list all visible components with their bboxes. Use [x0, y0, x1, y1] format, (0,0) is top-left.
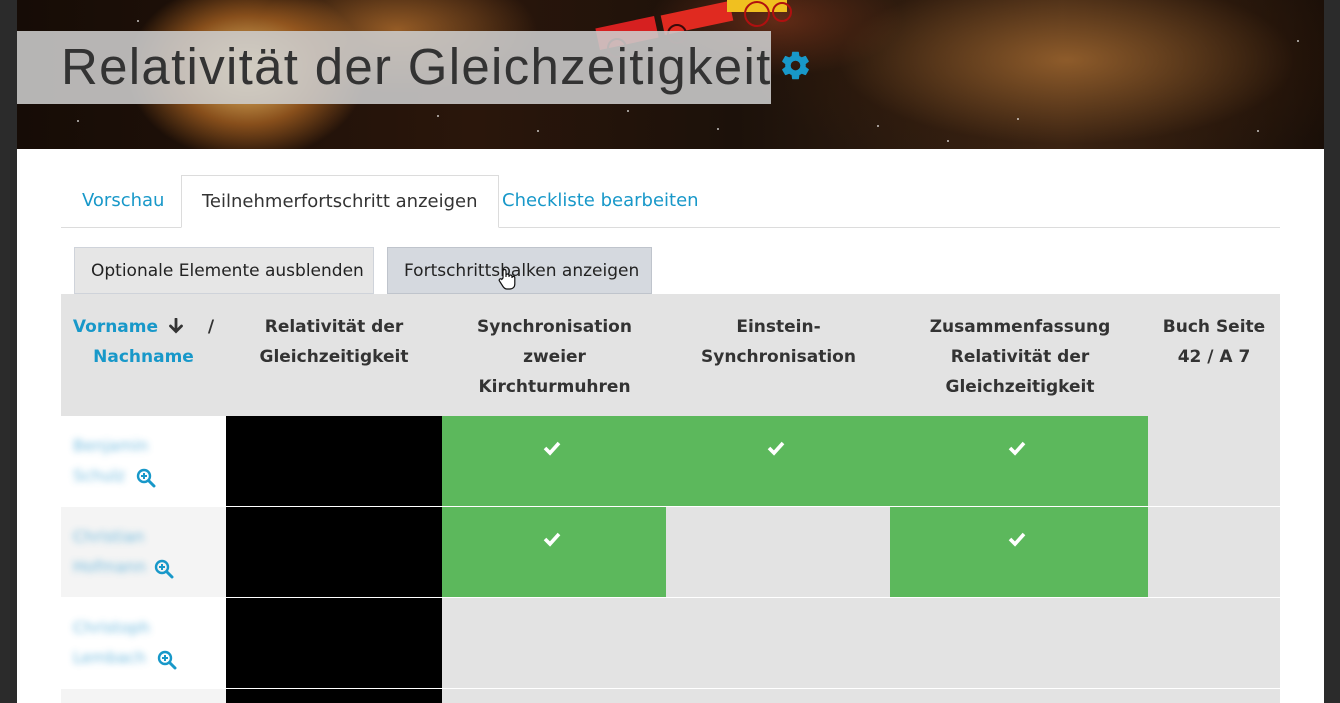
- tab-bar: Vorschau Teilnehmerfortschritt anzeigen …: [61, 175, 1280, 228]
- hide-optional-button[interactable]: Optionale Elemente ausblenden: [74, 247, 374, 294]
- sort-nachname-link[interactable]: Nachname: [93, 347, 194, 367]
- arrow-down-icon: [169, 317, 183, 334]
- column-header-buch: Buch Seite 42 / A 7: [1162, 317, 1266, 367]
- name-cell: Christoph Lembach: [61, 598, 226, 688]
- student-first-name[interactable]: Benjamin: [73, 436, 148, 455]
- student-last-name[interactable]: Hofmann: [73, 557, 146, 576]
- hand-cursor-icon: [498, 268, 516, 290]
- status-cell: [890, 507, 1148, 597]
- title-box: Relativität der Gleichzeitigkeit: [17, 31, 771, 104]
- check-icon: [543, 532, 561, 547]
- table-row: Christoph Lembach: [61, 598, 1280, 688]
- status-cell: [442, 598, 1280, 688]
- student-first-name[interactable]: Christoph: [73, 618, 150, 637]
- table-row: [61, 689, 1280, 703]
- header-banner: Relativität der Gleichzeitigkeit: [17, 0, 1324, 149]
- check-icon: [1008, 532, 1026, 547]
- show-progress-button[interactable]: Fortschrittsbalken anzeigen: [387, 247, 652, 294]
- status-cell: [226, 689, 442, 703]
- table-row: Benjamin Schulz: [61, 416, 1280, 506]
- status-cell: [442, 416, 1148, 506]
- page-title: Relativität der Gleichzeitigkeit: [61, 38, 772, 95]
- zoom-in-icon[interactable]: [136, 468, 156, 488]
- column-header-relativitaet: Relativität der Gleichzeitigkeit: [259, 317, 409, 367]
- status-cell: [442, 689, 1280, 703]
- tab-teilnehmerfortschritt[interactable]: Teilnehmerfortschritt anzeigen: [181, 175, 499, 228]
- student-last-name[interactable]: Schulz: [73, 466, 125, 485]
- check-icon: [543, 441, 561, 456]
- table-header: Vorname / Nachname Relativität der Gleic…: [61, 294, 1280, 416]
- zoom-in-icon[interactable]: [157, 650, 177, 670]
- status-cell: [1148, 416, 1280, 506]
- status-cell: [1148, 507, 1280, 597]
- status-cell: [226, 416, 442, 506]
- tab-checkliste-bearbeiten[interactable]: Checkliste bearbeiten: [482, 175, 719, 226]
- column-header-zusammenfassung: Zusammenfassung Relativität der Gleichze…: [929, 317, 1111, 397]
- name-column-header: Vorname / Nachname: [61, 312, 226, 372]
- table-row: Christian Hofmann: [61, 507, 1280, 597]
- student-first-name[interactable]: Christian: [73, 527, 144, 546]
- status-cell: [226, 507, 442, 597]
- name-cell: Christian Hofmann: [61, 507, 226, 597]
- status-cell: [666, 507, 890, 597]
- status-cell: [226, 598, 442, 688]
- zoom-in-icon[interactable]: [154, 559, 174, 579]
- name-cell: Benjamin Schulz: [61, 416, 226, 506]
- student-last-name[interactable]: Lembach: [73, 648, 146, 667]
- gear-icon[interactable]: [779, 49, 812, 82]
- column-header-synchronisation: Synchronisation zweier Kirchturmuhren: [477, 317, 632, 397]
- check-icon: [1008, 441, 1026, 456]
- name-separator: /: [207, 317, 215, 337]
- sort-vorname-link[interactable]: Vorname: [73, 317, 158, 337]
- check-icon: [767, 441, 785, 456]
- status-cell: [442, 507, 666, 597]
- column-header-einstein: Einstein-Synchronisation: [701, 317, 856, 367]
- page: Relativität der Gleichzeitigkeit Vorscha…: [17, 0, 1324, 703]
- tab-vorschau[interactable]: Vorschau: [62, 175, 184, 226]
